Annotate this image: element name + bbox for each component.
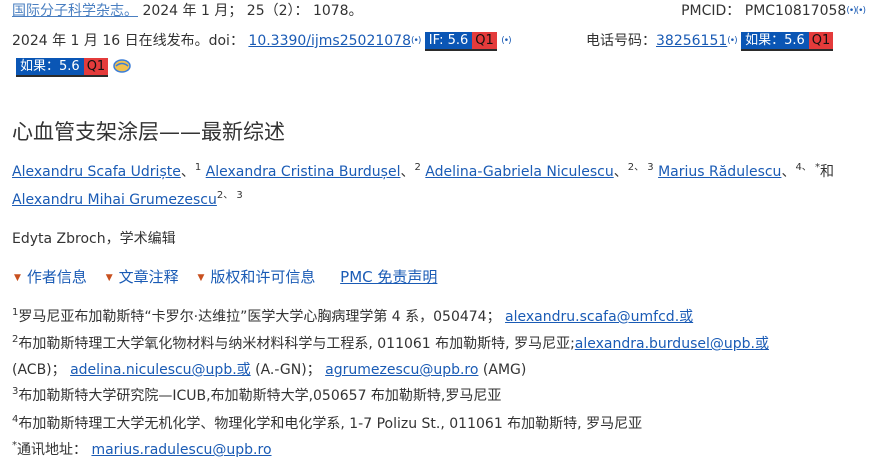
pmid-link[interactable]: 38256151: [656, 33, 727, 49]
article-title: 心血管支架涂层——最新综述: [12, 120, 285, 144]
tab-article-notes[interactable]: 文章注释: [119, 268, 179, 286]
academic-editor: Edyta Zbroch，学术编辑: [12, 231, 176, 247]
q1-badge[interactable]: Q1: [83, 58, 109, 77]
affiliation-1: 1罗马尼亚布加勒斯特“卡罗尔·达维拉”医学大学心胸病理学第 4 系，050474…: [12, 307, 694, 325]
radio-icon[interactable]: (•): [411, 36, 421, 46]
affiliation-sup: 1: [194, 162, 202, 173]
affiliation-3: 3布加勒斯特大学研究院—ICUB,布加勒斯特大学,050657 布加勒斯特,罗马…: [12, 386, 502, 404]
triangle-icon: ▼: [105, 273, 113, 283]
correspondence: *通讯地址： marius.radulescu@upb.ro: [12, 440, 272, 458]
email-link[interactable]: agrumezescu@upb.ro: [325, 362, 478, 378]
email-link[interactable]: adelina.niculescu@upb.或: [70, 362, 251, 378]
citation-line: 国际分子科学杂志。 2024 年 1 月； 25（2）： 1078。: [12, 0, 363, 20]
radio-icon[interactable]: (•): [856, 6, 866, 16]
q1-badge[interactable]: Q1: [472, 32, 497, 51]
radio-icon[interactable]: (•): [501, 36, 511, 46]
affiliation-sup: 2、 3: [216, 190, 243, 201]
affiliation-sup: 2: [414, 162, 421, 173]
radio-icon[interactable]: (•): [846, 6, 856, 16]
article-info-tabs: ▼ 作者信息 ▼ 文章注释 ▼ 版权和许可信息 PMC 免责声明: [14, 266, 437, 287]
author-link[interactable]: Marius Rădulescu: [658, 164, 781, 180]
author-link[interactable]: Adelina-Gabriela Niculescu: [425, 164, 613, 180]
email-link[interactable]: marius.radulescu@upb.ro: [91, 442, 271, 458]
tab-copyright[interactable]: 版权和许可信息: [210, 268, 315, 286]
pmc-disclaimer-link[interactable]: PMC 免责声明: [340, 268, 437, 286]
badge-line: 如果：5.6 Q1: [16, 58, 131, 77]
q1-badge[interactable]: Q1: [808, 32, 834, 51]
pmcid-line: PMCID： PMC10817058(•)(•): [681, 0, 866, 20]
affiliation-4: 4布加勒斯特理工大学无机化学、物理化学和电化学系, 1-7 Polizu St.…: [12, 414, 643, 432]
if-badge[interactable]: IF: 5.6: [424, 32, 473, 51]
published-text: 2024 年 1 月 16 日在线发布。doi：: [12, 33, 244, 49]
author-list: Alexandru Scafa Udriște、1 Alexandra Cris…: [12, 162, 834, 180]
author-link[interactable]: Alexandru Scafa Udriște: [12, 164, 181, 180]
tab-author-info[interactable]: 作者信息: [27, 268, 87, 286]
phone-label: 电话号码：: [586, 33, 656, 49]
triangle-icon: ▼: [14, 273, 21, 283]
affiliation-2-cont: (ACB)； adelina.niculescu@upb.或 (A.-GN)； …: [12, 362, 527, 378]
email-link[interactable]: alexandra.burdusel@upb.或: [575, 336, 769, 352]
if-badge-cn[interactable]: 如果：5.6: [16, 58, 84, 77]
affiliation-2: 2布加勒斯特理工大学氧化物材料与纳米材料科学与工程系, 011061 布加勒斯特…: [12, 334, 769, 352]
triangle-icon: ▼: [197, 273, 205, 283]
author-link[interactable]: Alexandra Cristina Burdușel: [206, 164, 401, 180]
doi-line: 2024 年 1 月 16 日在线发布。doi： 10.3390/ijms250…: [12, 30, 512, 51]
pmcid-text: PMCID： PMC10817058: [681, 3, 847, 19]
affiliation-sup: 4、 *: [795, 162, 820, 173]
doi-link[interactable]: 10.3390/ijms25021078: [248, 33, 411, 49]
email-link[interactable]: alexandru.scafa@umfcd.或: [505, 309, 693, 325]
citation-text: 2024 年 1 月； 25（2）： 1078。: [142, 3, 363, 19]
affiliation-sup: 2、 3: [627, 162, 654, 173]
radio-icon[interactable]: (•): [727, 36, 737, 46]
if-badge-cn[interactable]: 如果：5.6: [741, 32, 809, 51]
author-list-cont: Alexandru Mihai Grumezescu2、 3: [12, 186, 243, 208]
pmid-line: 电话号码：38256151(•) 如果：5.6 Q1: [586, 30, 834, 51]
author-link[interactable]: Alexandru Mihai Grumezescu: [12, 192, 217, 208]
journal-link[interactable]: 国际分子科学杂志。: [12, 3, 138, 19]
swirl-icon[interactable]: [112, 59, 131, 73]
